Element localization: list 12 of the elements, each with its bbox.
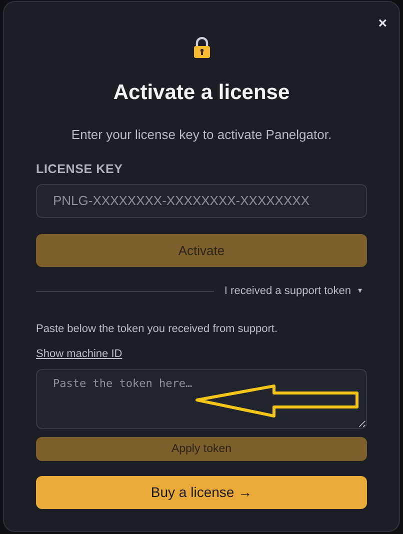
- buy-license-button[interactable]: Buy a license →: [36, 476, 367, 510]
- license-key-label: LICENSE KEY: [36, 161, 124, 178]
- token-field[interactable]: Paste the token here…: [36, 369, 367, 430]
- dialog-title: Activate a license: [113, 80, 290, 106]
- show-machine-id-link[interactable]: Show machine ID: [36, 346, 122, 362]
- instructions-text: Paste below the token you received from support.: [36, 322, 279, 338]
- caret-icon: ▾: [358, 285, 362, 297]
- support-token-toggle[interactable]: I received a support token ▾: [224, 282, 367, 300]
- license-key-field[interactable]: PNLG-XXXXXXXX-XXXXXXXX-XXXXXXXX: [36, 184, 367, 218]
- close-button[interactable]: ×: [378, 16, 387, 31]
- dialog-subtitle: Enter your license key to activate Panelgator.: [71, 126, 332, 144]
- padlock-icon: [192, 37, 210, 59]
